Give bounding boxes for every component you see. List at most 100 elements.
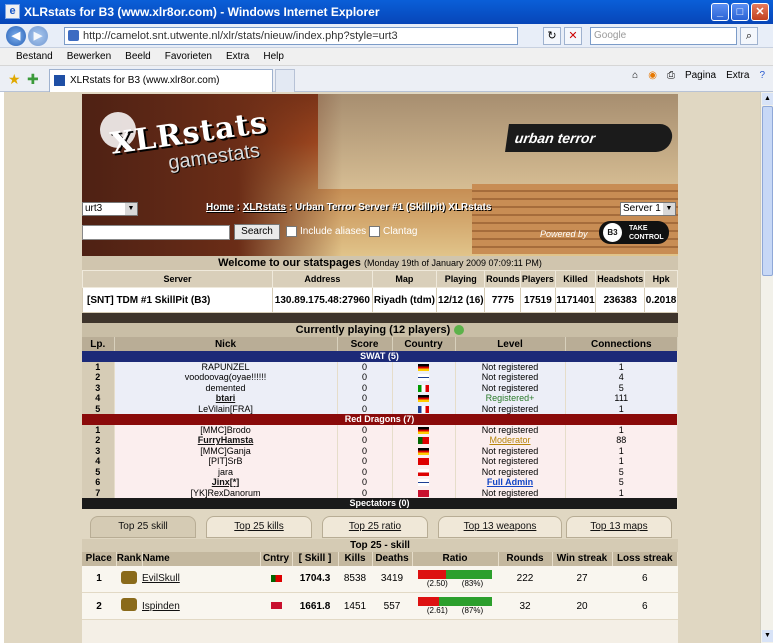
tab-xlrstats[interactable]: XLRstats for B3 (www.xlr8or.com): [49, 69, 273, 92]
tab-top-maps[interactable]: Top 13 maps: [566, 515, 672, 538]
player-nick: [YK]RexDanorum: [114, 487, 338, 498]
server-players: 17519: [520, 287, 556, 313]
tab-top-skill[interactable]: Top 25 skill: [90, 515, 196, 538]
player-search-input[interactable]: [82, 225, 230, 240]
menu-beeld[interactable]: Beeld: [125, 51, 151, 62]
add-favorites-icon[interactable]: ✚: [27, 71, 39, 88]
player-name-link[interactable]: Ispinden: [142, 601, 180, 612]
menu-bewerken[interactable]: Bewerken: [67, 51, 111, 62]
top-ratio: (2.61) (87%): [412, 592, 498, 620]
tab-top-kills[interactable]: Top 25 kills: [206, 515, 312, 538]
b3-logo[interactable]: TAKE CONTROL: [599, 221, 669, 244]
player-name-link[interactable]: EvilSkull: [142, 573, 180, 584]
top-tabs: Top 25 skill Top 25 kills Top 25 ratio T…: [82, 508, 678, 539]
flag-icon: [418, 468, 429, 476]
player-nick: demented: [114, 382, 338, 393]
favorites-star-icon[interactable]: ★: [8, 71, 21, 88]
help-icon[interactable]: ?: [759, 70, 765, 81]
top-country: [260, 592, 292, 620]
flag-icon: [418, 374, 429, 382]
player-name-link: [MMC]Brodo: [200, 424, 251, 435]
breadcrumb-home[interactable]: Home: [206, 202, 234, 213]
name-header: Name: [142, 551, 261, 566]
top-place: 1: [82, 565, 116, 593]
ratio-bar: [418, 569, 492, 579]
back-button[interactable]: ◀: [6, 26, 26, 46]
rank-icon: [121, 598, 137, 611]
home-icon[interactable]: ⌂: [632, 70, 638, 81]
currently-playing-title: Currently playing (12 players): [82, 323, 678, 337]
player-level: Not registered: [455, 487, 566, 498]
tab-top-ratio[interactable]: Top 25 ratio: [322, 515, 428, 538]
player-lp: 5: [82, 403, 115, 414]
browser-viewport: XLRstats gamestats urban terror urt3 ▼ Ho…: [4, 92, 760, 643]
scroll-down-icon[interactable]: ▼: [762, 630, 773, 642]
refresh-icon[interactable]: [454, 325, 465, 336]
player-level: Not registered: [455, 466, 566, 477]
maximize-button[interactable]: □: [731, 3, 749, 21]
player-name-link[interactable]: btari: [216, 393, 236, 403]
flag-icon: [418, 458, 429, 466]
win-streak-header: Win streak: [552, 551, 613, 566]
server-header: Server: [82, 270, 273, 288]
top-skill-table: Place Rank Name Cntry [ Skill ] Kills De…: [82, 551, 678, 620]
address-header: Address: [272, 270, 373, 288]
style-select[interactable]: urt3 ▼: [82, 202, 138, 216]
minimize-button[interactable]: _: [711, 3, 729, 21]
flag-icon: [418, 363, 429, 371]
player-row: 5 jara 0 Not registered 5: [82, 466, 678, 477]
forward-button[interactable]: ▶: [28, 26, 48, 46]
player-name-link: [PIT]SrB: [208, 456, 243, 467]
connections-header: Connections: [565, 337, 678, 351]
scroll-up-icon[interactable]: ▲: [762, 93, 773, 105]
player-lp: 7: [82, 487, 115, 498]
feeds-icon[interactable]: ◉: [648, 70, 657, 81]
extra-menu[interactable]: Extra: [726, 70, 749, 81]
breadcrumb-xlrstats[interactable]: XLRstats: [243, 202, 286, 213]
print-icon[interactable]: ⎙: [667, 70, 675, 81]
search-button[interactable]: Search: [234, 224, 280, 240]
player-score: 0: [337, 487, 393, 498]
menu-bestand[interactable]: Bestand: [16, 51, 53, 62]
player-country: [392, 435, 456, 446]
clantag-label: Clantag: [383, 226, 418, 237]
url-input[interactable]: http://camelot.snt.utwente.nl/xlr/stats/…: [64, 27, 518, 45]
chevron-down-icon: ▼: [125, 203, 137, 215]
server-select[interactable]: Server 1 ▼: [620, 202, 676, 216]
include-aliases-checkbox[interactable]: [286, 226, 297, 237]
player-nick: jara: [114, 466, 338, 477]
server-hpk: 0.2018: [644, 287, 678, 313]
search-input[interactable]: Google: [590, 27, 737, 45]
player-level: Registered+: [455, 393, 566, 404]
new-tab-button[interactable]: [275, 69, 295, 92]
refresh-icon[interactable]: ↻: [543, 27, 561, 45]
vertical-scrollbar[interactable]: ▲ ▼: [760, 92, 773, 643]
menu-bar: Bestand Bewerken Beeld Favorieten Extra …: [0, 48, 773, 66]
scrollbar-thumb[interactable]: [762, 106, 773, 276]
player-row: 3 [MMC]Ganja 0 Not registered 1: [82, 445, 678, 456]
include-aliases-label: Include aliases: [300, 226, 367, 237]
flag-icon: [418, 489, 429, 497]
player-name-link[interactable]: FurryHamsta: [198, 435, 254, 445]
player-row: 6 Jinx[*] 0 Full Admin 5: [82, 477, 678, 488]
rank-icon: [121, 570, 137, 584]
server-killed: 1171401: [554, 287, 597, 313]
clantag-checkbox[interactable]: [369, 226, 380, 237]
player-level: Not registered: [455, 456, 566, 467]
spectators-header: Spectators (0): [82, 498, 678, 509]
tab-top-weapons[interactable]: Top 13 weapons: [438, 515, 562, 538]
close-button[interactable]: ✕: [751, 3, 769, 21]
stop-icon[interactable]: ✕: [564, 27, 582, 45]
player-lp: 1: [82, 361, 115, 372]
server-headshots: 236383: [595, 287, 646, 313]
player-name-link[interactable]: Jinx[*]: [212, 477, 240, 487]
ie-icon: e: [5, 4, 20, 19]
menu-help[interactable]: Help: [263, 51, 284, 62]
top-deaths: 3419: [372, 565, 412, 593]
search-icon[interactable]: ⌕: [740, 27, 758, 45]
player-score: 0: [337, 435, 393, 446]
page-menu[interactable]: Pagina: [685, 70, 716, 81]
menu-extra[interactable]: Extra: [226, 51, 249, 62]
menu-favorieten[interactable]: Favorieten: [165, 51, 212, 62]
flag-icon: [418, 479, 429, 487]
